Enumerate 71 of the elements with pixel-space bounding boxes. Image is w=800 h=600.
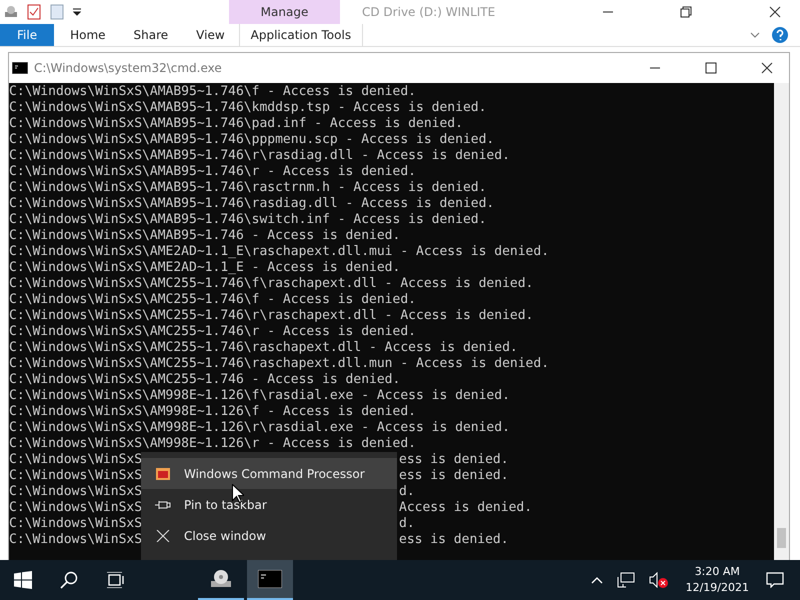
console-line: C:\Windows\WinSxS\AMAB95~1.746\rasdiag.dll - Access is denied.	[9, 196, 494, 211]
console-line: C:\Windows\WinSxS\AME2AD~1.1_E - Access is denied.	[9, 260, 400, 275]
console-line: C:\Windows\WinSxS\AMC255~1.746\f - Access is denied.	[9, 292, 416, 307]
window-title: CD Drive (D:) WINLITE	[362, 5, 496, 19]
console-line: C:\Windows\WinSxS\AMAB95~1.746\kmddsp.tsp - Access is denied.	[9, 100, 486, 115]
ribbon-tab[interactable]: Share	[120, 24, 182, 46]
console-line: C:\Windows\WinSxS	[9, 500, 142, 515]
console-line: C:\Windows\WinSxS\AMAB95~1.746\switch.inf - Access is denied.	[9, 212, 486, 227]
console-icon	[258, 570, 282, 588]
ribbon-tab[interactable]: Application Tools	[238, 24, 364, 46]
console-line: C:\Windows\WinSxS\AMAB95~1.746\r - Access is denied.	[9, 164, 416, 179]
console-icon	[12, 62, 28, 74]
notification-icon[interactable]	[766, 572, 784, 588]
console-line: C:\Windows\WinSxS\AMAB95~1.746\pppmenu.scp - Access is denied.	[9, 132, 494, 147]
menu-item[interactable]: Close window	[141, 520, 397, 551]
help-icon[interactable]	[772, 27, 788, 43]
console-line: C:\Windows\WinSxS\AMC255~1.746\f\raschapext.dll - Access is denied.	[9, 276, 534, 291]
console-line: C:\Windows\WinSxS\AM998E~1.126\f - Access is denied.	[9, 404, 416, 419]
muted-speaker-icon[interactable]	[648, 572, 669, 588]
ribbon-tab[interactable]: Home	[56, 24, 120, 46]
menu-item[interactable]: Windows Command Processor	[141, 458, 397, 489]
context-group-label: Manage	[229, 0, 340, 24]
console-line: C:\Windows\WinSxS\AMC255~1.746\r\raschapext.dll - Access is denied.	[9, 308, 534, 323]
search-icon[interactable]	[60, 571, 78, 589]
console-taskbar-button[interactable]	[247, 560, 293, 600]
close-icon	[155, 530, 171, 542]
menu-item[interactable]: Pin to taskbar	[141, 489, 397, 520]
console-line: C:\Windows\WinSxS	[9, 484, 142, 499]
ribbon-tab[interactable]: File	[0, 24, 54, 46]
pin-icon	[155, 500, 171, 510]
console-line: C:\Windows\WinSxS\AMC255~1.746\raschapext.dll.mun - Access is denied.	[9, 356, 550, 371]
console-line: d.	[399, 516, 415, 532]
console-line: d.	[399, 484, 415, 500]
clock-date[interactable]: 12/19/2021	[686, 580, 749, 596]
console-line: C:\Windows\WinSxS\AMAB95~1.746\r\rasdiag.dll - Access is denied.	[9, 148, 510, 163]
scrollbar[interactable]	[774, 83, 789, 560]
console-line: C:\Windows\WinSxS\AMAB95~1.746 - Access is denied.	[9, 228, 400, 243]
console-line: C:\Windows\WinSxS\AME2AD~1.1_E\raschapext.dll.mui - Access is denied.	[9, 244, 550, 259]
network-icon[interactable]	[616, 572, 635, 588]
console-line: C:\Windows\WinSxS\AMC255~1.746\r - Access is denied.	[9, 324, 416, 339]
app-icon	[155, 468, 171, 480]
console-line: C:\Windows\WinSxS\AMAB95~1.746\rasctrnm.h - Access is denied.	[9, 180, 486, 195]
console-line: C:\Windows\WinSxS\AM998E~1.126\f\rasdial.exe - Access is denied.	[9, 388, 510, 403]
dropdown-icon[interactable]	[73, 8, 81, 16]
properties-icon[interactable]	[27, 4, 41, 20]
console-line: C:\Windows\WinSxS	[9, 516, 142, 531]
console-line: C:\Windows\WinSxS	[9, 532, 142, 547]
chevron-icon[interactable]	[750, 31, 760, 39]
console-line: C:\Windows\WinSxS\AM998E~1.126\r\rasdial.exe - Access is denied.	[9, 420, 510, 435]
console-line: C:\Windows\WinSxS\AMAB95~1.746\pad.inf - Access is denied.	[9, 116, 463, 131]
console-line: C:\Windows\WinSxS\AMC255~1.746\raschapext.dll - Access is denied.	[9, 340, 518, 355]
ribbon-tab[interactable]: View	[182, 24, 239, 46]
console-line: C:\Windows\WinSxS\AMAB95~1.746\f - Access is denied.	[9, 84, 416, 99]
disc-drive-icon	[209, 569, 233, 589]
console-line: C:\Windows\WinSxS\AM998E~1.126\r - Access is denied.	[9, 436, 416, 451]
console-line: ess is denied.	[399, 532, 509, 548]
console-line: ess is denied.	[399, 468, 509, 484]
maximize-icon[interactable]	[705, 62, 717, 74]
console-line: ess is denied.	[399, 452, 509, 468]
chevron-up-icon[interactable]	[590, 576, 603, 584]
task-view-icon[interactable]	[106, 572, 124, 588]
close-icon[interactable]	[769, 6, 781, 18]
console-line: C:\Windows\WinSxS	[9, 468, 142, 483]
clock-time[interactable]: 3:20 AM	[694, 564, 740, 580]
restore-icon[interactable]	[680, 6, 692, 18]
close-icon[interactable]	[761, 62, 773, 74]
windows-logo-icon[interactable]	[14, 571, 32, 589]
window-title: C:\Windows\system32\cmd.exe	[34, 61, 222, 75]
console-line: C:\Windows\WinSxS	[9, 452, 142, 467]
console-line: C:\Windows\WinSxS\AMC255~1.746 - Access is denied.	[9, 372, 400, 387]
console-line: Access is denied.	[399, 500, 532, 516]
